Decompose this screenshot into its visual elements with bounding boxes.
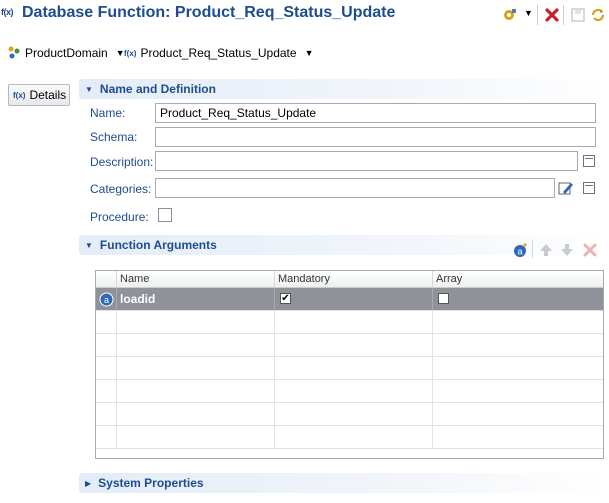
argument-icon: a [99, 292, 114, 307]
run-icon[interactable] [501, 6, 519, 24]
cell-name[interactable]: loadid [117, 288, 275, 310]
section-title: Name and Definition [99, 82, 216, 96]
table-cell[interactable] [433, 403, 603, 425]
add-argument-icon[interactable]: a [513, 242, 529, 261]
table-cell[interactable] [275, 426, 433, 448]
section-title: Function Arguments [99, 238, 217, 252]
refresh-icon[interactable] [589, 6, 607, 24]
expand-triangle-icon[interactable]: ▼ [85, 241, 93, 250]
table-cell[interactable] [96, 334, 117, 356]
schema-field[interactable] [155, 127, 596, 147]
function-icon: f(x) [1, 7, 14, 17]
description-field[interactable] [155, 151, 578, 171]
section-title: System Properties [98, 476, 204, 490]
section-name-definition[interactable]: ▼ Name and Definition [79, 79, 607, 99]
editor-title: Database Function: Product_Req_Status_Up… [22, 4, 396, 21]
table-cell[interactable] [117, 403, 275, 425]
table-row[interactable] [96, 426, 603, 449]
table-cell[interactable] [96, 357, 117, 379]
toolbar-divider [537, 5, 538, 25]
array-checkbox[interactable] [438, 293, 449, 304]
expand-editor-icon[interactable] [583, 182, 595, 194]
tab-details-label: Details [29, 88, 67, 102]
function-icon: f(x) [124, 48, 137, 58]
table-cell[interactable] [117, 426, 275, 448]
table-row[interactable] [96, 380, 603, 403]
arguments-table[interactable]: Name Mandatory Array a loadid ✔ [95, 270, 604, 459]
toolbar-divider [563, 5, 564, 25]
categories-label: Categories: [90, 182, 152, 196]
breadcrumb-domain-label: ProductDomain [25, 46, 108, 60]
table-row[interactable]: a loadid ✔ [96, 288, 603, 311]
table-cell[interactable] [275, 403, 433, 425]
breadcrumb-function[interactable]: f(x) Product_Req_Status_Update ▼ [124, 44, 313, 62]
table-cell[interactable] [433, 426, 603, 448]
move-up-icon[interactable] [539, 243, 553, 260]
tab-details[interactable]: f(x) Details [8, 84, 70, 106]
table-cell[interactable] [117, 334, 275, 356]
remove-argument-icon[interactable] [583, 243, 597, 260]
toolbar-divider [532, 240, 533, 258]
table-cell[interactable] [433, 357, 603, 379]
table-row[interactable] [96, 311, 603, 334]
name-label: Name: [90, 106, 126, 120]
table-row[interactable] [96, 403, 603, 426]
section-system-properties[interactable]: ▶ System Properties [79, 473, 607, 493]
table-cell[interactable] [96, 403, 117, 425]
table-cell[interactable] [96, 311, 117, 333]
categories-field[interactable] [155, 178, 555, 198]
svg-text:a: a [104, 295, 109, 305]
edit-categories-icon[interactable] [558, 180, 574, 199]
collapse-triangle-icon[interactable]: ▶ [85, 479, 91, 488]
table-cell[interactable] [96, 380, 117, 402]
column-header-mandatory[interactable]: Mandatory [275, 271, 433, 288]
row-header-column [96, 271, 117, 288]
table-cell[interactable] [96, 426, 117, 448]
svg-text:a: a [517, 247, 522, 257]
column-header-array[interactable]: Array [433, 271, 603, 288]
schema-label: Schema: [90, 130, 138, 144]
expand-triangle-icon[interactable]: ▼ [85, 85, 93, 94]
move-down-icon[interactable] [560, 243, 574, 260]
table-cell[interactable] [433, 311, 603, 333]
table-cell[interactable] [117, 357, 275, 379]
table-row[interactable] [96, 334, 603, 357]
procedure-label: Procedure: [90, 210, 149, 224]
table-cell[interactable] [275, 357, 433, 379]
argument-name: loadid [120, 292, 156, 306]
chevron-down-icon[interactable]: ▼ [305, 48, 314, 58]
row-icon-cell: a [96, 288, 117, 310]
table-cell[interactable] [433, 380, 603, 402]
run-dropdown-icon[interactable]: ▼ [524, 8, 533, 18]
column-header-name[interactable]: Name [117, 271, 275, 288]
table-cell[interactable] [275, 311, 433, 333]
function-icon: f(x) [13, 90, 26, 100]
table-cell[interactable] [117, 311, 275, 333]
save-icon[interactable] [569, 6, 587, 24]
cell-mandatory[interactable]: ✔ [275, 288, 433, 310]
procedure-checkbox[interactable] [158, 208, 172, 222]
description-label: Description: [90, 155, 154, 169]
breadcrumb-domain[interactable]: ProductDomain ▼ [7, 44, 125, 62]
cell-array[interactable] [433, 288, 603, 310]
breadcrumb-function-label: Product_Req_Status_Update [140, 46, 297, 60]
table-cell[interactable] [117, 380, 275, 402]
editor-title-bar: f(x) Database Function: Product_Req_Stat… [0, 0, 609, 32]
name-field[interactable]: Product_Req_Status_Update [155, 103, 596, 123]
table-row[interactable] [96, 357, 603, 380]
table-cell[interactable] [275, 334, 433, 356]
delete-icon[interactable] [543, 6, 561, 24]
table-cell[interactable] [275, 380, 433, 402]
expand-editor-icon[interactable] [583, 155, 595, 167]
domain-icon [7, 45, 21, 62]
mandatory-checkbox[interactable]: ✔ [280, 293, 291, 304]
table-cell[interactable] [433, 334, 603, 356]
